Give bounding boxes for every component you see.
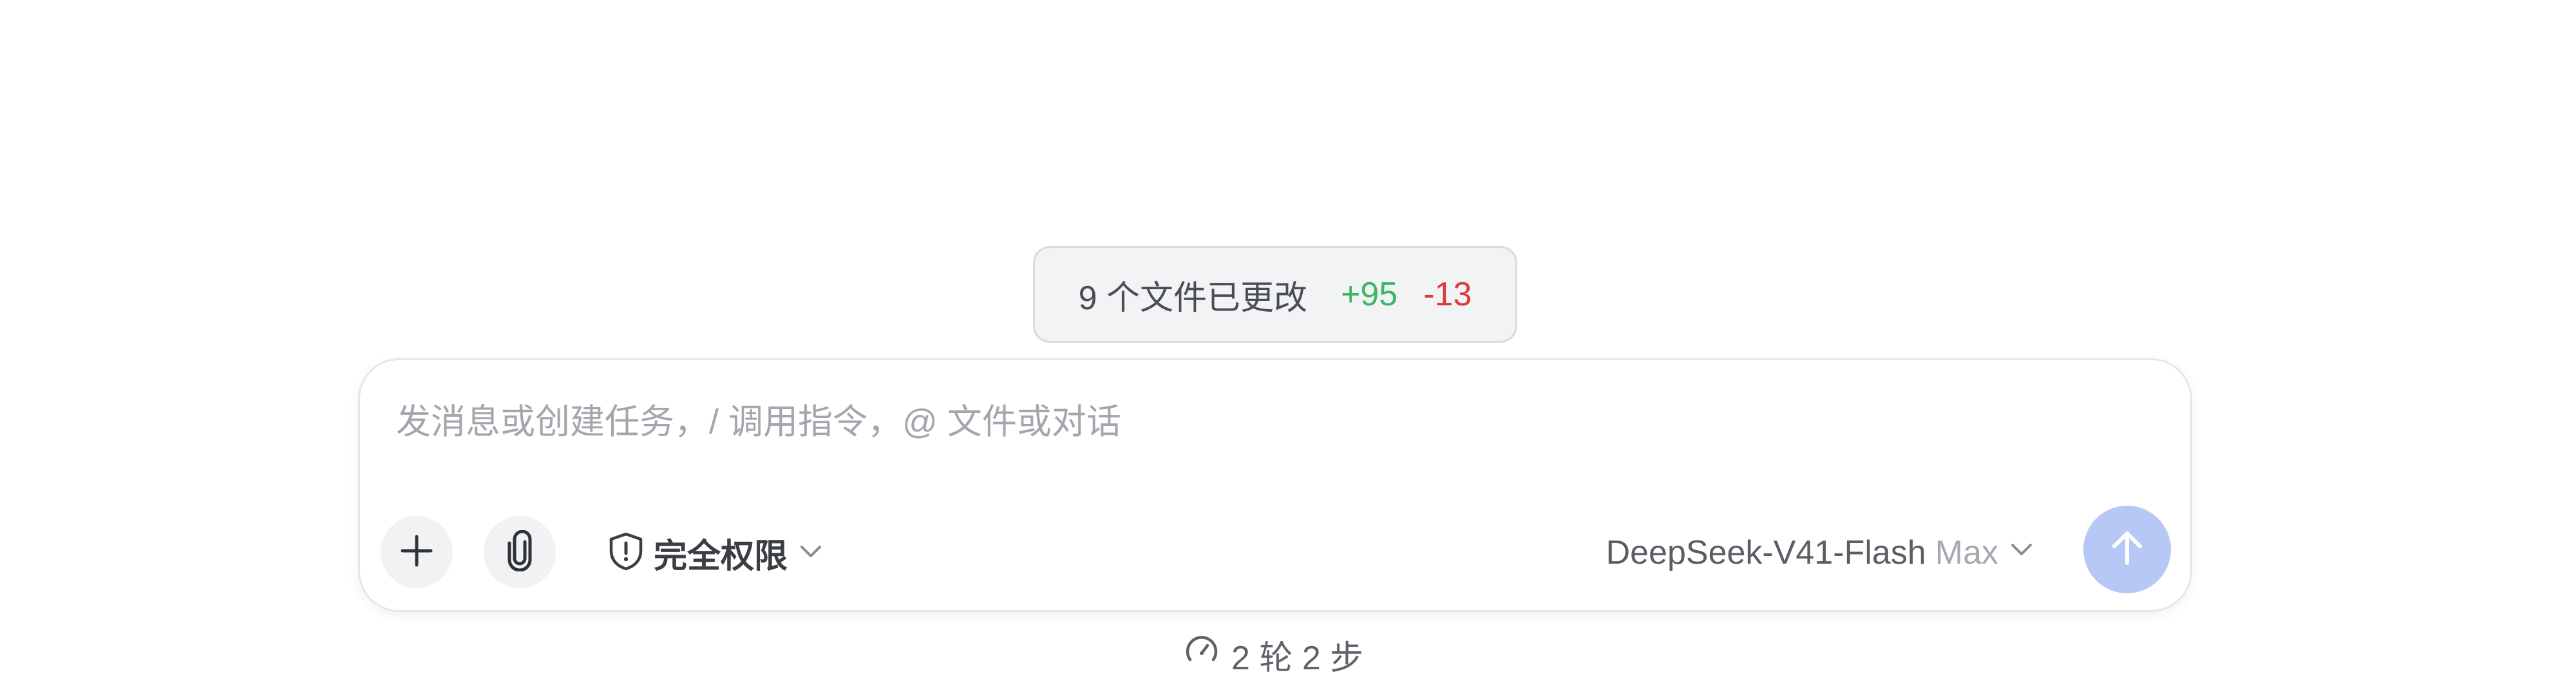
run-stats: 2 轮 2 步 — [1184, 629, 1363, 680]
run-stats-text: 2 轮 2 步 — [1231, 639, 1364, 677]
changed-files-summary: 9 个文件已更改 — [1078, 279, 1307, 317]
arrow-up-icon — [2105, 526, 2150, 574]
message-input[interactable] — [396, 396, 2070, 448]
lines-added-count: +95 — [1341, 276, 1398, 313]
plus-icon — [397, 531, 436, 573]
permission-label: 完全权限 — [654, 537, 788, 575]
send-button[interactable] — [2083, 506, 2171, 593]
chevron-down-icon — [2007, 533, 2036, 572]
model-tier: Max — [1935, 534, 1998, 571]
add-button[interactable] — [381, 516, 453, 588]
model-name: DeepSeek-V41-Flash — [1605, 534, 1926, 571]
paperclip-icon — [502, 530, 538, 575]
gauge-icon — [1184, 633, 1220, 677]
model-selector[interactable]: DeepSeek-V41-Flash Max — [1606, 525, 2036, 580]
attach-file-button[interactable] — [484, 516, 556, 588]
lines-removed-count: -13 — [1423, 276, 1472, 313]
changed-files-pill[interactable]: 9 个文件已更改 +95 -13 — [1033, 246, 1517, 343]
permission-selector[interactable]: 完全权限 — [607, 525, 825, 580]
chevron-down-icon — [797, 537, 825, 569]
message-composer: 完全权限 DeepSeek-V41-Flash Max — [358, 358, 2192, 612]
shield-icon — [607, 531, 645, 575]
chat-stage: 9 个文件已更改 +95 -13 发消息或创建任务，/ 调用指令，@ 文件或对话… — [0, 0, 2576, 688]
